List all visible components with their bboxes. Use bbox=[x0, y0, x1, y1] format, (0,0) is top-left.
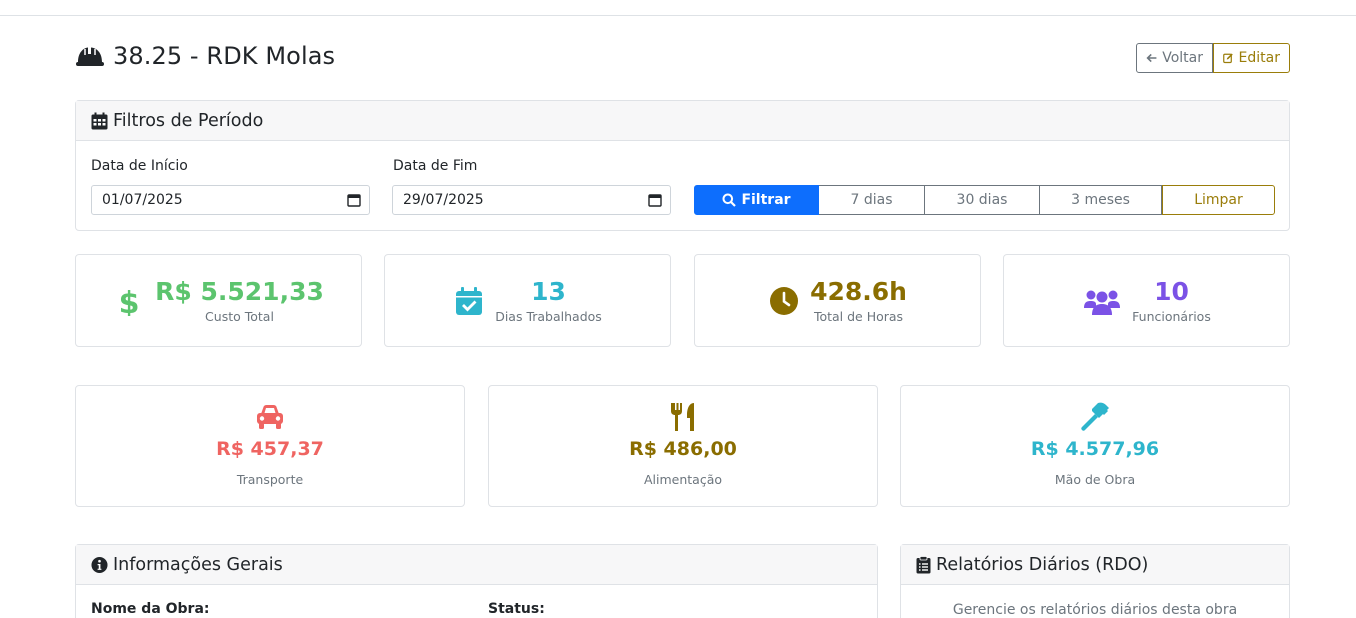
filter-button[interactable]: Filtrar bbox=[694, 185, 819, 215]
back-button[interactable]: Voltar bbox=[1136, 43, 1213, 73]
project-name-label: Nome da Obra: bbox=[91, 601, 210, 617]
cost-value: R$ 4.577,96 bbox=[1030, 438, 1160, 460]
stat-card-employees: 10 Funcionários bbox=[1003, 254, 1290, 347]
users-icon bbox=[1082, 285, 1122, 317]
cost-card-transport: R$ 457,37 Transporte bbox=[75, 385, 465, 507]
end-date-value: 29/07/2025 bbox=[403, 192, 484, 208]
status-label: Status: bbox=[488, 601, 545, 617]
period-button-group: Filtrar 7 dias 30 dias 3 meses Limpar bbox=[694, 185, 1275, 215]
stat-value: R$ 5.521,33 bbox=[155, 277, 324, 306]
daily-reports-description: Gerencie os relatórios diários desta obr… bbox=[952, 602, 1238, 618]
utensils-icon bbox=[489, 401, 877, 433]
dollar-icon: $ bbox=[113, 285, 145, 317]
cost-card-food: R$ 486,00 Alimentação bbox=[488, 385, 878, 507]
range-7-days-button[interactable]: 7 dias bbox=[819, 185, 925, 215]
calendar-check-icon bbox=[453, 285, 485, 317]
filters-title: Filtros de Período bbox=[113, 110, 264, 131]
cost-label: Transporte bbox=[236, 472, 304, 487]
stat-value: 13 bbox=[531, 277, 566, 306]
filter-button-label: Filtrar bbox=[741, 192, 791, 208]
daily-reports-title: Relatórios Diários (RDO) bbox=[936, 554, 1149, 575]
start-date-label: Data de Início bbox=[91, 158, 188, 174]
stat-label: Total de Horas bbox=[813, 309, 904, 324]
edit-button[interactable]: Editar bbox=[1213, 43, 1290, 73]
stat-card-total-hours: 428.6h Total de Horas bbox=[694, 254, 981, 347]
clipboard-list-icon bbox=[916, 555, 931, 573]
general-info-card: Informações Gerais Nome da Obra: Status: bbox=[75, 544, 878, 618]
daily-reports-header: Relatórios Diários (RDO) bbox=[901, 545, 1289, 585]
calendar-icon bbox=[91, 112, 108, 129]
hard-hat-icon bbox=[76, 47, 104, 66]
stat-label: Custo Total bbox=[205, 309, 274, 324]
calendar-picker-icon[interactable] bbox=[648, 193, 662, 207]
edit-button-label: Editar bbox=[1238, 50, 1280, 66]
general-info-header: Informações Gerais bbox=[76, 545, 877, 585]
daily-reports-card: Relatórios Diários (RDO) Gerencie os rel… bbox=[900, 544, 1290, 618]
end-date-label: Data de Fim bbox=[393, 158, 478, 174]
top-divider bbox=[0, 15, 1356, 16]
general-info-title: Informações Gerais bbox=[113, 554, 283, 575]
calendar-picker-icon[interactable] bbox=[347, 193, 361, 207]
stat-label: Funcionários bbox=[1132, 309, 1211, 324]
arrow-left-icon bbox=[1146, 53, 1157, 63]
stat-value: 10 bbox=[1154, 277, 1189, 306]
stat-label: Dias Trabalhados bbox=[495, 309, 602, 324]
filters-card: Filtros de Período Data de Início 01/07/… bbox=[75, 100, 1290, 231]
car-icon bbox=[76, 401, 464, 433]
range-3-months-button[interactable]: 3 meses bbox=[1040, 185, 1162, 215]
cost-card-labor: R$ 4.577,96 Mão de Obra bbox=[900, 385, 1290, 507]
start-date-value: 01/07/2025 bbox=[102, 192, 183, 208]
page-title: 38.25 - RDK Molas bbox=[75, 40, 335, 72]
header-actions: Voltar Editar bbox=[1136, 43, 1290, 73]
cost-value: R$ 486,00 bbox=[629, 438, 737, 460]
end-date-input[interactable]: 29/07/2025 bbox=[392, 185, 671, 215]
stat-card-days-worked: 13 Dias Trabalhados bbox=[384, 254, 671, 347]
search-icon bbox=[722, 193, 737, 207]
stat-value: 428.6h bbox=[810, 277, 907, 306]
cost-value: R$ 457,37 bbox=[216, 438, 324, 460]
cost-label: Mão de Obra bbox=[1054, 472, 1136, 487]
clock-icon bbox=[768, 285, 800, 317]
svg-text:$: $ bbox=[119, 286, 140, 316]
filters-header: Filtros de Período bbox=[76, 101, 1289, 141]
info-icon bbox=[91, 556, 108, 573]
hammer-icon bbox=[901, 401, 1289, 433]
clear-button[interactable]: Limpar bbox=[1162, 185, 1275, 215]
stat-card-total-cost: $ R$ 5.521,33 Custo Total bbox=[75, 254, 362, 347]
edit-icon bbox=[1223, 53, 1233, 64]
cost-label: Alimentação bbox=[643, 472, 723, 487]
back-button-label: Voltar bbox=[1162, 50, 1203, 66]
start-date-input[interactable]: 01/07/2025 bbox=[91, 185, 370, 215]
page-title-text: 38.25 - RDK Molas bbox=[113, 42, 336, 70]
range-30-days-button[interactable]: 30 dias bbox=[925, 185, 1040, 215]
